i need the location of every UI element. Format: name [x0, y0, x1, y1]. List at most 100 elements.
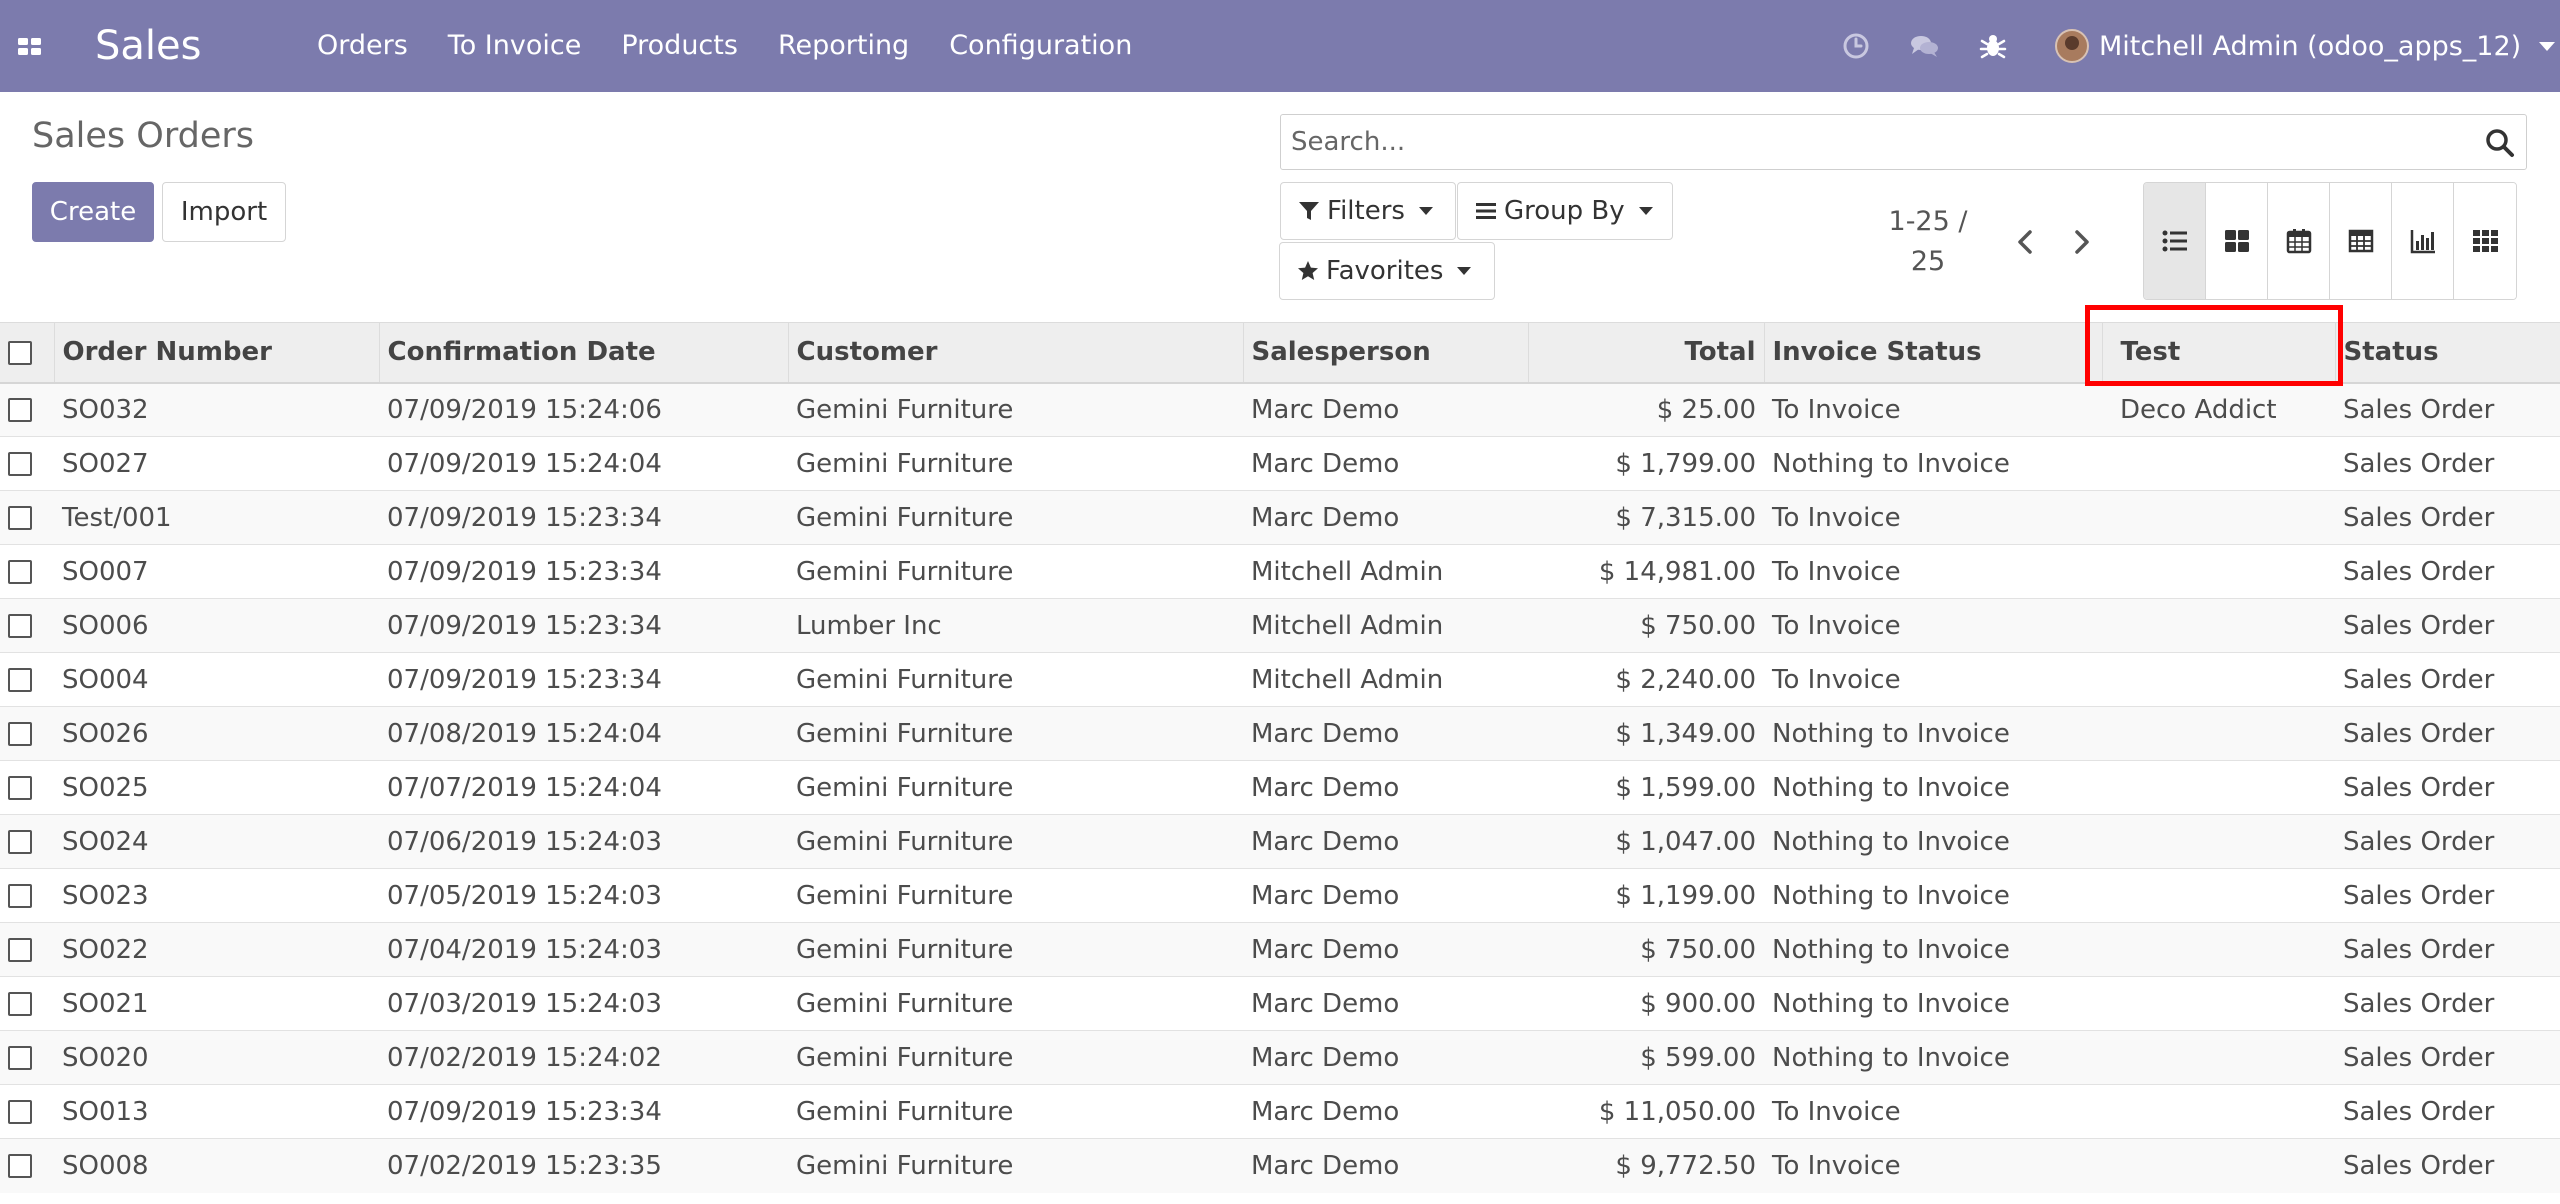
- table-row[interactable]: SO024 07/06/2019 15:24:03 Gemini Furniture…: [0, 814, 2560, 869]
- select-all-header: [0, 322, 54, 384]
- table-row[interactable]: SO021 07/03/2019 15:24:03 Gemini Furniture…: [0, 976, 2560, 1031]
- row-checkbox[interactable]: [8, 560, 32, 584]
- create-button[interactable]: Create: [32, 182, 154, 242]
- groupby-dropdown[interactable]: Group By: [1457, 182, 1673, 240]
- order-number-cell: SO020: [54, 1030, 379, 1085]
- invoice-status-cell: Nothing to Invoice: [1764, 760, 2102, 815]
- total-cell: $ 9,772.50: [1528, 1138, 1764, 1193]
- apps-menu-icon[interactable]: [14, 30, 46, 62]
- column-header-total[interactable]: Total: [1527, 322, 1764, 384]
- kanban-view-button[interactable]: [2206, 183, 2268, 299]
- row-checkbox[interactable]: [8, 830, 32, 854]
- bug-icon[interactable]: [1977, 30, 2009, 62]
- customer-cell: Gemini Furniture: [788, 922, 1243, 977]
- column-header-invoice-status[interactable]: Invoice Status: [1763, 322, 2102, 384]
- row-checkbox[interactable]: [8, 668, 32, 692]
- table-row[interactable]: SO026 07/08/2019 15:24:04 Gemini Furniture…: [0, 706, 2560, 761]
- row-checkbox[interactable]: [8, 722, 32, 746]
- calendar-icon: [2286, 229, 2311, 254]
- row-checkbox[interactable]: [8, 1100, 32, 1124]
- table-row[interactable]: SO008 07/02/2019 15:23:35 Gemini Furniture…: [0, 1138, 2560, 1193]
- table-row[interactable]: SO032 07/09/2019 15:24:06 Gemini Furniture…: [0, 382, 2560, 437]
- row-select-cell: [0, 868, 54, 923]
- app-brand[interactable]: Sales: [95, 18, 201, 74]
- status-cell: Sales Order: [2335, 652, 2560, 707]
- user-menu[interactable]: Mitchell Admin (odoo_apps_12): [2055, 24, 2556, 68]
- table-row[interactable]: SO006 07/09/2019 15:23:34 Lumber Inc Mitche…: [0, 598, 2560, 653]
- favorites-dropdown[interactable]: Favorites: [1279, 242, 1495, 300]
- confirmation-date-cell: 07/07/2019 15:24:04: [379, 760, 788, 815]
- graph-view-button[interactable]: [2392, 183, 2454, 299]
- pivot-view-button[interactable]: [2330, 183, 2392, 299]
- status-cell: Sales Order: [2335, 976, 2560, 1031]
- table-row[interactable]: Test/001 07/09/2019 15:23:34 Gemini Furnit…: [0, 490, 2560, 545]
- pager-previous-icon[interactable]: [2008, 224, 2044, 260]
- table-row[interactable]: SO013 07/09/2019 15:23:34 Gemini Furniture…: [0, 1084, 2560, 1139]
- row-checkbox[interactable]: [8, 452, 32, 476]
- list-view-button[interactable]: [2144, 183, 2206, 299]
- table-row[interactable]: SO027 07/09/2019 15:24:04 Gemini Furniture…: [0, 436, 2560, 491]
- sales-orders-table: Order Number Confirmation Date Customer …: [0, 322, 2560, 1193]
- row-checkbox[interactable]: [8, 884, 32, 908]
- menu-item-configuration[interactable]: Configuration: [949, 26, 1132, 66]
- chevron-down-icon: [1638, 207, 1653, 215]
- table-row[interactable]: SO007 07/09/2019 15:23:34 Gemini Furniture…: [0, 544, 2560, 599]
- invoice-status-cell: To Invoice: [1764, 1138, 2102, 1193]
- column-header-order-number[interactable]: Order Number: [53, 322, 379, 384]
- pager-next-icon[interactable]: [2063, 224, 2099, 260]
- row-checkbox[interactable]: [8, 1046, 32, 1070]
- row-checkbox[interactable]: [8, 506, 32, 530]
- pager-value[interactable]: 1-25 / 25: [1868, 202, 1988, 282]
- select-all-checkbox[interactable]: [8, 340, 32, 365]
- chat-icon[interactable]: [1908, 30, 1940, 62]
- column-header-status[interactable]: Status: [2334, 322, 2560, 384]
- menu-item-products[interactable]: Products: [621, 26, 738, 66]
- status-cell: Sales Order: [2335, 1138, 2560, 1193]
- groupby-label: Group By: [1504, 196, 1625, 226]
- search-input[interactable]: [1281, 115, 2461, 169]
- table-row[interactable]: SO023 07/05/2019 15:24:03 Gemini Furniture…: [0, 868, 2560, 923]
- menu-item-orders[interactable]: Orders: [317, 26, 408, 66]
- import-button[interactable]: Import: [162, 182, 286, 242]
- invoice-status-cell: To Invoice: [1764, 382, 2102, 437]
- row-checkbox[interactable]: [8, 614, 32, 638]
- salesperson-cell: Marc Demo: [1243, 382, 1528, 437]
- salesperson-cell: Marc Demo: [1243, 706, 1528, 761]
- total-cell: $ 1,047.00: [1528, 814, 1764, 869]
- row-checkbox[interactable]: [8, 1154, 32, 1179]
- calendar-view-button[interactable]: [2268, 183, 2330, 299]
- row-checkbox[interactable]: [8, 938, 32, 962]
- row-select-cell: [0, 1030, 54, 1085]
- confirmation-date-cell: 07/09/2019 15:24:04: [379, 436, 788, 491]
- table-row[interactable]: SO022 07/04/2019 15:24:03 Gemini Furniture…: [0, 922, 2560, 977]
- filters-dropdown[interactable]: Filters: [1280, 182, 1456, 240]
- confirmation-date-cell: 07/03/2019 15:24:03: [379, 976, 788, 1031]
- clock-icon[interactable]: [1840, 30, 1872, 62]
- column-header-customer[interactable]: Customer: [787, 322, 1243, 384]
- row-checkbox[interactable]: [8, 776, 32, 800]
- bars-icon: [1476, 203, 1496, 219]
- user-name: Mitchell Admin (odoo_apps_12): [2099, 30, 2522, 62]
- customer-cell: Gemini Furniture: [788, 382, 1243, 437]
- row-checkbox[interactable]: [8, 398, 32, 423]
- status-cell: Sales Order: [2335, 382, 2560, 437]
- row-checkbox[interactable]: [8, 992, 32, 1016]
- table-row[interactable]: SO025 07/07/2019 15:24:04 Gemini Furniture…: [0, 760, 2560, 815]
- total-cell: $ 599.00: [1528, 1030, 1764, 1085]
- invoice-status-cell: To Invoice: [1764, 544, 2102, 599]
- invoice-status-cell: Nothing to Invoice: [1764, 706, 2102, 761]
- search-icon[interactable]: [2484, 127, 2516, 159]
- order-number-cell: SO004: [54, 652, 379, 707]
- confirmation-date-cell: 07/06/2019 15:24:03: [379, 814, 788, 869]
- activity-view-button[interactable]: [2454, 183, 2516, 299]
- menu-item-reporting[interactable]: Reporting: [778, 26, 909, 66]
- column-header-confirmation-date[interactable]: Confirmation Date: [378, 322, 788, 384]
- menu-item-to-invoice[interactable]: To Invoice: [448, 26, 582, 66]
- column-header-salesperson[interactable]: Salesperson: [1242, 322, 1528, 384]
- table-row[interactable]: SO004 07/09/2019 15:23:34 Gemini Furniture…: [0, 652, 2560, 707]
- salesperson-cell: Marc Demo: [1243, 814, 1528, 869]
- column-header-test[interactable]: Test: [2101, 322, 2335, 384]
- customer-cell: Gemini Furniture: [788, 706, 1243, 761]
- salesperson-cell: Marc Demo: [1243, 436, 1528, 491]
- table-row[interactable]: SO020 07/02/2019 15:24:02 Gemini Furniture…: [0, 1030, 2560, 1085]
